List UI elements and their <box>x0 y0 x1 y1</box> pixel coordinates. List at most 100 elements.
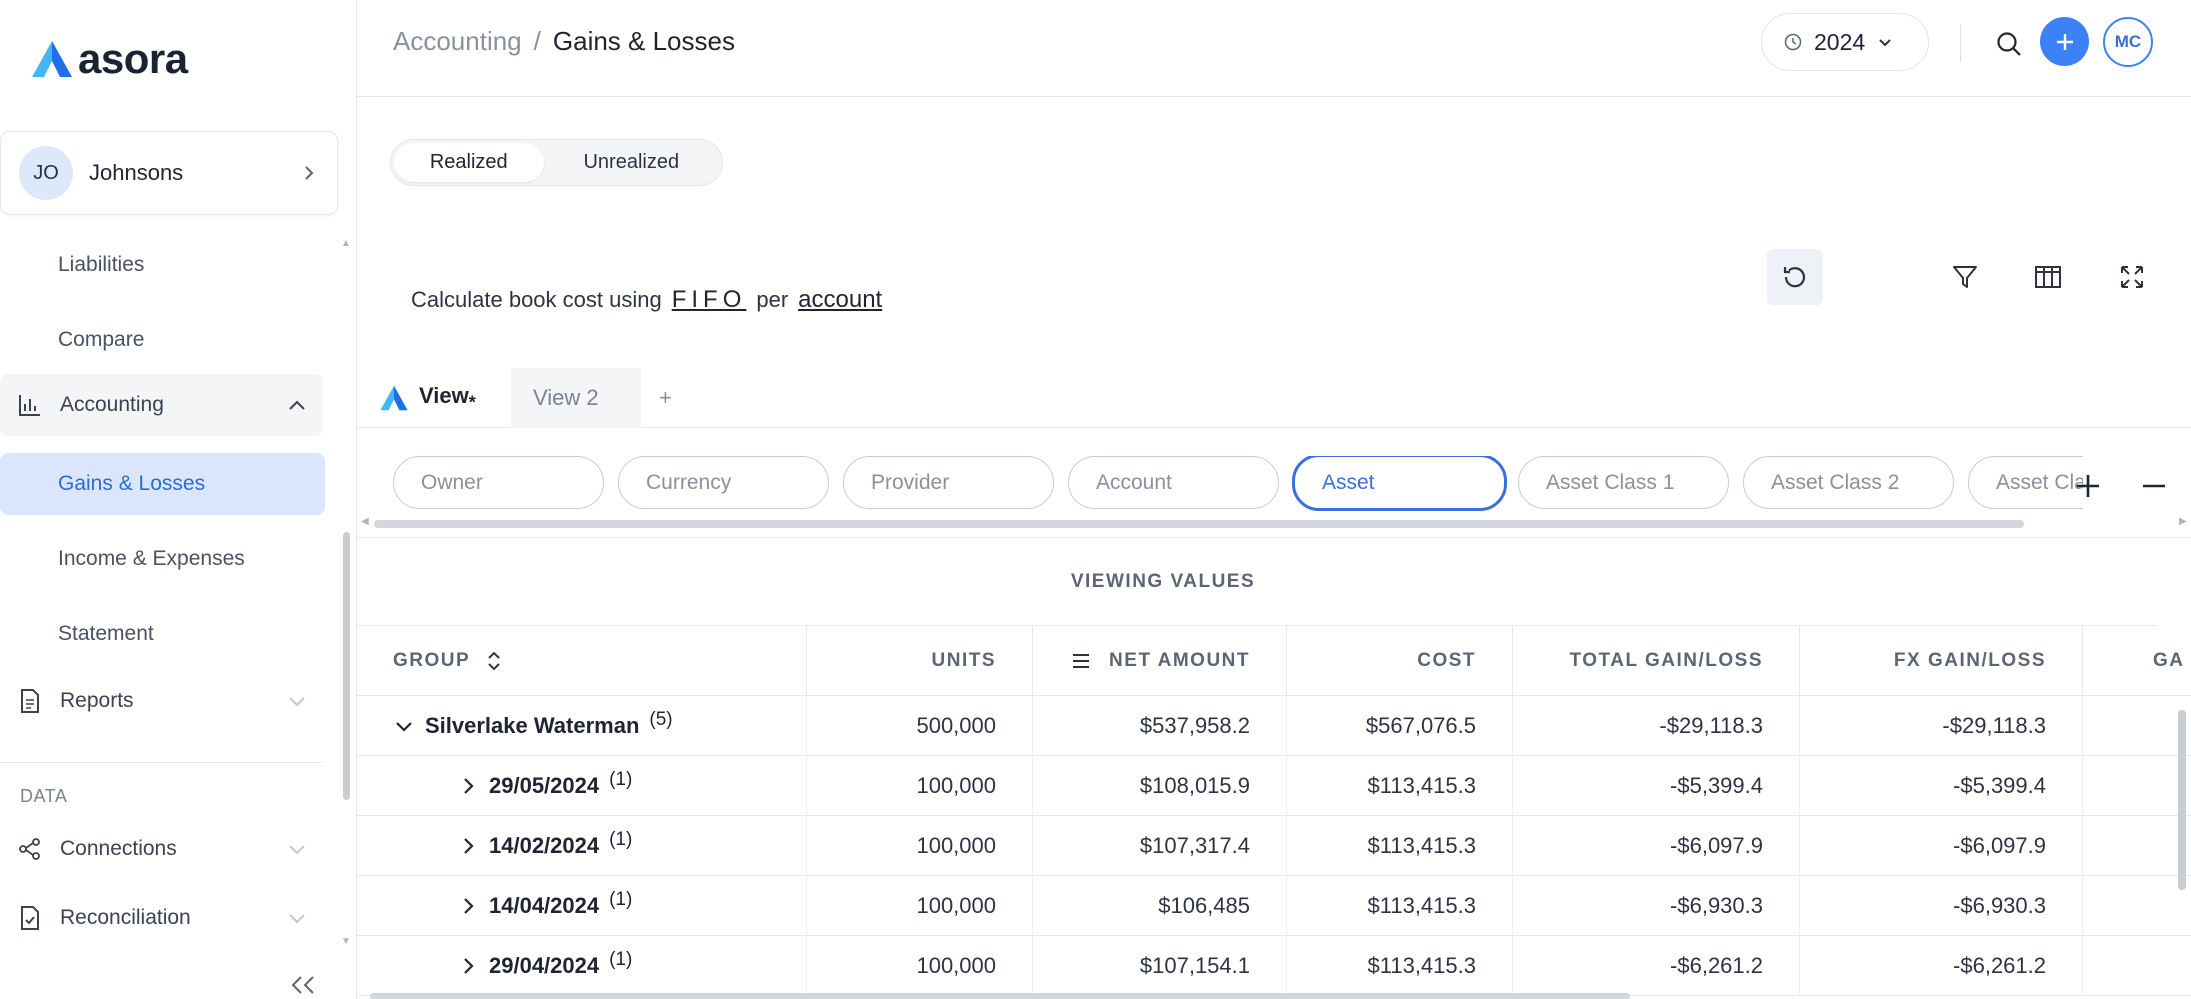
document-icon <box>16 687 44 715</box>
scroll-right-arrow-icon[interactable]: ▶ <box>2179 516 2187 527</box>
chevron-right-icon <box>305 166 314 180</box>
tab-view-2[interactable]: View 2 <box>511 368 641 428</box>
chip-owner[interactable]: Owner <box>393 456 604 509</box>
add-view-button[interactable]: + <box>659 368 672 428</box>
chevron-right-icon[interactable] <box>457 775 479 797</box>
year-select[interactable]: 2024 <box>1761 13 1929 71</box>
tab-unrealized[interactable]: Unrealized <box>544 143 719 182</box>
add-button[interactable] <box>2040 17 2089 66</box>
add-grouping-button[interactable] <box>2068 466 2108 506</box>
sidebar-item-reconciliation[interactable]: Reconciliation <box>0 887 323 949</box>
view-tabs: View* View 2 + <box>357 368 2191 428</box>
grouping-chips-bar: Owner Currency Provider Account Asset As… <box>357 428 2191 538</box>
filter-icon <box>1953 266 1977 288</box>
col-units[interactable]: UNITS <box>807 626 1033 696</box>
chip-asset-class-2[interactable]: Asset Class 2 <box>1743 456 1954 509</box>
sidebar-item-income-expenses[interactable]: Income & Expenses <box>0 528 323 590</box>
breadcrumb-accounting[interactable]: Accounting <box>393 26 522 57</box>
scroll-left-arrow-icon[interactable]: ◀ <box>361 516 369 527</box>
sidebar-item-gains-losses[interactable]: Gains & Losses <box>0 453 325 515</box>
brand-logo[interactable]: asora <box>30 36 188 82</box>
tab-realized[interactable]: Realized <box>394 143 544 182</box>
year-value: 2024 <box>1814 28 1866 55</box>
sort-icon[interactable] <box>486 650 502 672</box>
row-group-cell: 29/05/2024 (1) <box>357 756 807 816</box>
chevron-down-icon[interactable] <box>393 715 415 737</box>
table-row[interactable]: 14/02/2024 (1) 100,000 $107,317.4 $113,4… <box>357 816 2191 876</box>
chip-asset-class-3[interactable]: Asset Class 3 <box>1968 456 2083 509</box>
bar-chart-icon <box>16 391 44 419</box>
columns-icon <box>2035 266 2061 288</box>
chevron-right-icon[interactable] <box>457 835 479 857</box>
cell-fx-gain-loss: -$29,118.3 <box>1800 696 2083 756</box>
cell-units: 100,000 <box>807 876 1033 936</box>
chip-asset-class-1[interactable]: Asset Class 1 <box>1518 456 1729 509</box>
table-horizontal-scrollbar[interactable] <box>370 993 1630 999</box>
realized-unrealized-toggle: Realized Unrealized <box>390 139 723 186</box>
book-cost-settings: Calculate book cost using FIFO per accou… <box>411 286 882 314</box>
cell-cost: $567,076.5 <box>1287 696 1513 756</box>
col-cost[interactable]: COST <box>1287 626 1513 696</box>
cell-total-gain-loss: -$6,930.3 <box>1513 876 1800 936</box>
tab-view[interactable]: View* <box>379 368 476 428</box>
search-button[interactable] <box>1989 24 2029 64</box>
cell-total-gain-loss: -$5,399.4 <box>1513 756 1800 816</box>
cell-net-amount: $108,015.9 <box>1033 756 1287 816</box>
col-gain-loss-truncated[interactable]: GA <box>2083 626 2191 696</box>
chevron-up-icon <box>283 391 311 419</box>
client-switcher[interactable]: JO Johnsons <box>0 131 338 215</box>
chip-asset[interactable]: Asset <box>1292 456 1507 511</box>
tab-view-label: View* <box>419 382 476 413</box>
plus-icon <box>2077 475 2099 497</box>
scroll-up-arrow-icon[interactable]: ▲ <box>341 238 351 249</box>
sidebar-item-accounting[interactable]: Accounting <box>0 374 323 436</box>
columns-button[interactable] <box>2020 249 2076 305</box>
sidebar-scrollbar[interactable] <box>343 532 350 800</box>
chips-scrollbar[interactable] <box>374 520 2024 528</box>
table-vertical-scrollbar[interactable] <box>2178 710 2186 890</box>
cell-cost: $113,415.3 <box>1287 756 1513 816</box>
collapse-sidebar-button[interactable] <box>282 970 322 999</box>
sidebar-item-connections[interactable]: Connections <box>0 818 323 880</box>
sidebar-item-reports[interactable]: Reports <box>0 670 323 732</box>
reset-button[interactable] <box>1767 249 1823 305</box>
cell-units: 100,000 <box>807 756 1033 816</box>
cell-fx-gain-loss: -$6,261.2 <box>1800 936 2083 996</box>
expand-button[interactable] <box>2104 249 2160 305</box>
col-fx-gain-loss[interactable]: FX GAIN/LOSS <box>1800 626 2083 696</box>
viewing-values-caption: VIEWING VALUES <box>357 538 2157 626</box>
table-row[interactable]: Silverlake Waterman (5) 500,000 $537,958… <box>357 696 2191 756</box>
cell-units: 500,000 <box>807 696 1033 756</box>
scroll-down-arrow-icon[interactable]: ▼ <box>341 936 351 947</box>
sidebar-item-liabilities[interactable]: Liabilities <box>0 234 323 296</box>
table-row[interactable]: 29/05/2024 (1) 100,000 $108,015.9 $113,4… <box>357 756 2191 816</box>
calc-per: per <box>756 287 789 312</box>
row-group-cell: 14/04/2024 (1) <box>357 876 807 936</box>
chip-currency[interactable]: Currency <box>618 456 829 509</box>
filter-button[interactable] <box>1937 249 1993 305</box>
top-header: Accounting / Gains & Losses 2024 MC <box>357 0 2191 97</box>
chevron-right-icon[interactable] <box>457 955 479 977</box>
chip-provider[interactable]: Provider <box>843 456 1054 509</box>
chevron-down-icon <box>283 835 311 863</box>
clock-icon <box>1784 33 1802 51</box>
remove-grouping-button[interactable] <box>2134 466 2174 506</box>
sidebar-item-compare[interactable]: Compare <box>0 309 323 371</box>
cost-method-link[interactable]: FIFO <box>672 286 747 314</box>
table-row[interactable]: 29/04/2024 (1) 100,000 $107,154.1 $113,4… <box>357 936 2191 996</box>
cell-cost: $113,415.3 <box>1287 816 1513 876</box>
col-total-gain-loss[interactable]: TOTAL GAIN/LOSS <box>1513 626 1800 696</box>
menu-icon[interactable] <box>1071 652 1091 670</box>
asora-logo-icon <box>32 41 72 77</box>
row-group-cell: 14/02/2024 (1) <box>357 816 807 876</box>
col-net-amount[interactable]: NET AMOUNT <box>1033 626 1287 696</box>
cell-fx-gain-loss: -$5,399.4 <box>1800 756 2083 816</box>
chevron-right-icon[interactable] <box>457 895 479 917</box>
row-group-cell: Silverlake Waterman (5) <box>357 696 807 756</box>
cost-scope-link[interactable]: account <box>798 286 882 314</box>
col-group[interactable]: GROUP <box>357 626 807 696</box>
user-avatar[interactable]: MC <box>2103 17 2153 67</box>
sidebar-item-statement[interactable]: Statement <box>0 603 323 665</box>
chip-account[interactable]: Account <box>1068 456 1279 509</box>
table-row[interactable]: 14/04/2024 (1) 100,000 $106,485 $113,415… <box>357 876 2191 936</box>
